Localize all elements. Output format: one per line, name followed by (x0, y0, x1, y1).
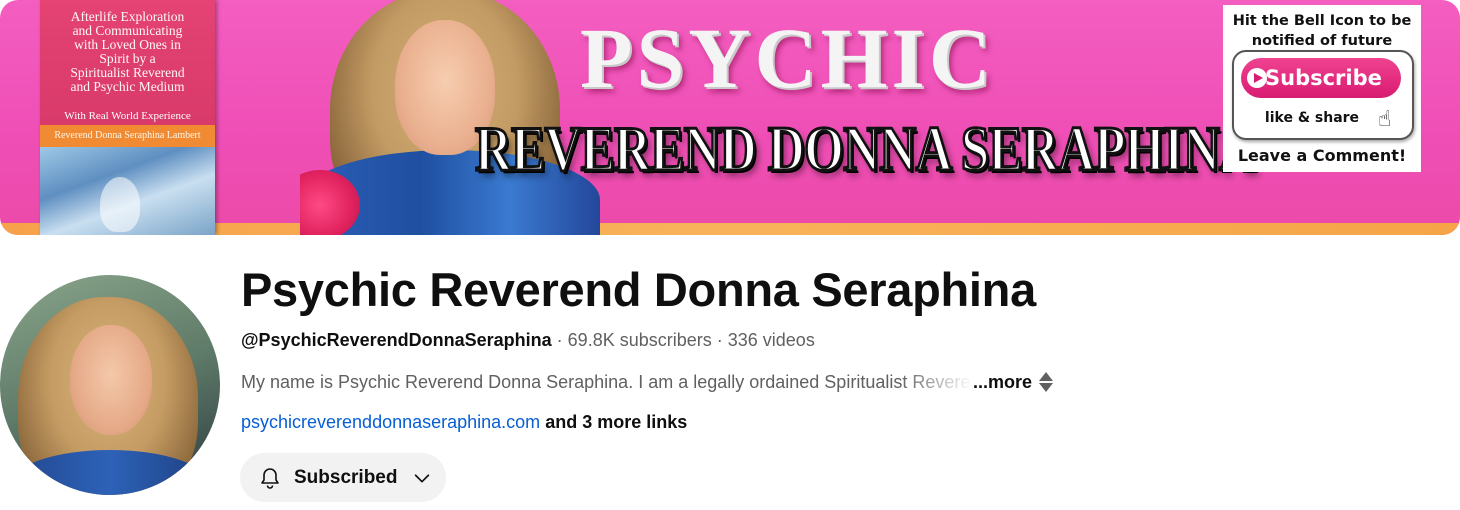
promo-like-share: like & share (1264, 110, 1360, 126)
promo-subscribe-pill: Subscribe (1241, 58, 1401, 98)
chevron-down-icon (415, 473, 430, 482)
play-icon (1247, 68, 1267, 88)
description-more-button[interactable]: ...more (973, 372, 1032, 393)
banner-bottom-strip (0, 223, 1460, 235)
subscriber-count: 69.8K subscribers (567, 330, 712, 350)
book-cover-art (40, 147, 215, 235)
promo-subscribe-box: Subscribe like & share ☝ (1232, 50, 1414, 140)
book-author: Reverend Donna Seraphina Lambert (40, 125, 215, 147)
promo-bottom-text: Leave a Comment! (1237, 146, 1407, 165)
book-title: Afterlife Exploration and Communicating … (70, 9, 185, 94)
channel-links: psychicreverenddonnaseraphina.com and 3 … (241, 412, 687, 433)
meta-separator: · (551, 330, 568, 350)
bell-icon (261, 467, 279, 489)
more-links-button[interactable]: and 3 more links (545, 412, 687, 432)
expand-icon[interactable] (1039, 371, 1054, 393)
channel-avatar[interactable] (0, 275, 220, 495)
channel-description: My name is Psychic Reverend Donna Seraph… (241, 371, 973, 392)
channel-link[interactable]: psychicreverenddonnaseraphina.com (241, 412, 540, 432)
channel-name: Psychic Reverend Donna Seraphina (241, 263, 1036, 316)
subscribe-promo-graphic: Hit the Bell Icon to be notified of futu… (1223, 5, 1421, 172)
subscribed-button[interactable]: Subscribed (240, 453, 446, 502)
book-subtitle: With Real World Experience (64, 110, 191, 122)
hand-pointer-icon: ☝ (1378, 106, 1392, 131)
channel-handle: @PsychicReverendDonnaSeraphina (241, 330, 552, 350)
channel-meta: @PsychicReverendDonnaSeraphina · 69.8K s… (241, 330, 815, 351)
video-count: 336 videos (727, 330, 815, 350)
banner-headline-top: PSYCHIC (580, 10, 996, 106)
banner-headline-bottom: REVEREND DONNA SERAPHINA (474, 112, 1257, 186)
subscribed-label: Subscribed (294, 466, 398, 488)
meta-separator: · (711, 330, 728, 350)
promo-subscribe-label: Subscribe (1265, 66, 1382, 90)
avatar-face (70, 325, 152, 435)
book-cover-image: Afterlife Exploration and Communicating … (40, 0, 215, 235)
channel-description-row[interactable]: My name is Psychic Reverend Donna Seraph… (241, 371, 1054, 393)
channel-banner: Afterlife Exploration and Communicating … (0, 0, 1460, 235)
